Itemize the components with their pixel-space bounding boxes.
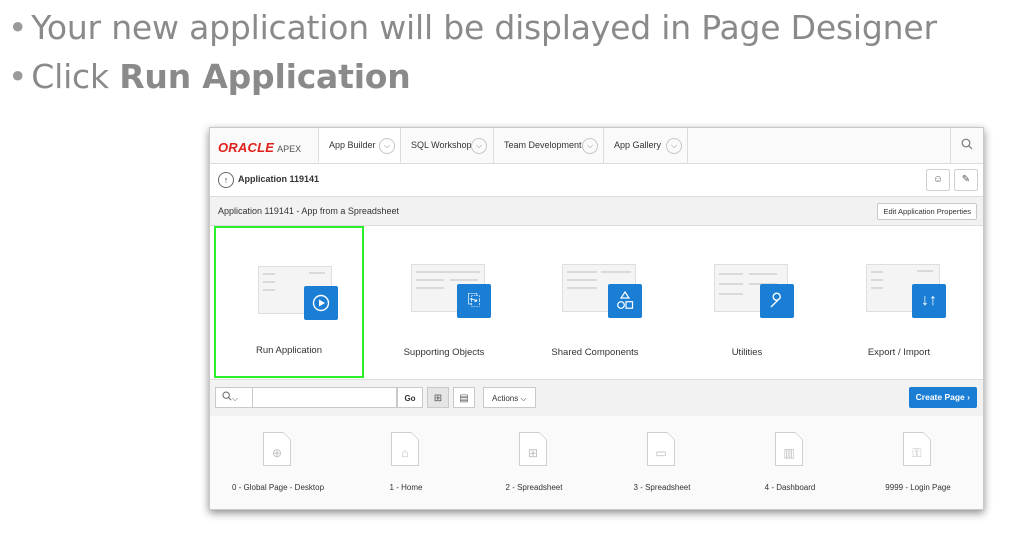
search-input[interactable]: [253, 387, 397, 408]
page-item-login[interactable]: ⚿ 9999 - Login Page: [854, 416, 982, 509]
chevron-right-icon: ›: [967, 392, 970, 402]
form-icon: ▭: [647, 432, 675, 466]
chevron-down-icon[interactable]: ⌵: [666, 138, 682, 154]
wrench-icon: [760, 284, 794, 318]
home-icon: ⌂: [391, 432, 419, 466]
pages-toolbar: ⌵ Go ⊞ ▤ Actions ⌵ Create Page ›: [210, 379, 983, 417]
create-page-button[interactable]: Create Page ›: [908, 387, 977, 408]
grid-icon: ⊞: [519, 432, 547, 466]
bar-chart-icon: ▥: [775, 432, 803, 466]
apex-screenshot: ORACLE APEX App Builder ⌵ SQL Workshop ⌵ …: [209, 127, 984, 510]
breadcrumb[interactable]: Application 119141: [238, 174, 319, 184]
search-filter-dropdown[interactable]: ⌵: [215, 387, 253, 408]
chevron-down-icon[interactable]: ⌵: [471, 138, 487, 154]
bullet-dot: •: [8, 8, 28, 47]
nav-tab-sql-workshop[interactable]: SQL Workshop ⌵: [401, 128, 494, 163]
page-label: 2 - Spreadsheet: [505, 483, 563, 492]
actions-label: Actions: [492, 394, 519, 403]
nav-tab-label: App Gallery: [614, 140, 662, 150]
page-title: Application 119141 - App from a Spreadsh…: [218, 206, 399, 216]
go-button[interactable]: Go: [397, 387, 423, 408]
globe-icon: ⊕: [263, 432, 291, 466]
tile-label: Supporting Objects: [403, 347, 485, 358]
lock-icon: ⚿: [903, 432, 931, 466]
bullet-1: • Your new application will be displayed …: [8, 8, 937, 47]
page-label: 9999 - Login Page: [885, 483, 951, 492]
export-import-tile[interactable]: ↓↑ Export / Import: [824, 226, 974, 378]
action-tiles: Run Application ⎘ Supporting Objects Sha…: [210, 226, 983, 378]
chevron-down-icon[interactable]: ⌵: [582, 138, 598, 154]
bullet-1-text: Your new application will be displayed i…: [31, 8, 937, 47]
arrows-updown-icon: ↓↑: [912, 284, 946, 318]
feedback-icon[interactable]: ☺: [926, 169, 950, 191]
bullet-2-bold: Run Application: [119, 57, 411, 96]
run-application-tile[interactable]: Run Application: [214, 226, 364, 378]
top-navigation-bar: ORACLE APEX App Builder ⌵ SQL Workshop ⌵ …: [210, 128, 983, 164]
scroll-icon: ⎘: [457, 284, 491, 318]
search-icon: [222, 391, 232, 401]
supporting-objects-tile[interactable]: ⎘ Supporting Objects: [369, 226, 519, 378]
tile-label: Export / Import: [867, 347, 931, 358]
chevron-down-icon: ⌵: [232, 394, 239, 403]
page-item-global[interactable]: ⊕ 0 - Global Page - Desktop: [214, 416, 342, 509]
create-page-label: Create Page: [915, 392, 965, 402]
page-label: 3 - Spreadsheet: [633, 483, 691, 492]
nav-tab-team-development[interactable]: Team Development ⌵: [494, 128, 604, 163]
app-header: Application 119141 - App from a Spreadsh…: [210, 197, 983, 226]
page-item-spreadsheet-2[interactable]: ⊞ 2 - Spreadsheet: [470, 416, 598, 509]
page-item-home[interactable]: ⌂ 1 - Home: [342, 416, 470, 509]
page-label: 1 - Home: [389, 483, 423, 492]
utilities-tile[interactable]: Utilities: [672, 226, 822, 378]
pages-grid: ⊕ 0 - Global Page - Desktop ⌂ 1 - Home ⊞…: [210, 416, 983, 509]
play-icon: [304, 286, 338, 320]
logo-apex-text: APEX: [277, 144, 302, 154]
nav-tab-label: Team Development: [504, 140, 582, 150]
breadcrumb-bar: ↑ Application 119141 ☺ ✎: [210, 164, 983, 197]
logo-oracle-text: ORACLE: [218, 140, 275, 155]
shared-components-tile[interactable]: Shared Components: [520, 226, 670, 378]
page-item-dashboard[interactable]: ▥ 4 - Dashboard: [726, 416, 854, 509]
bullet-2-prefix: Click: [31, 57, 120, 96]
tile-label: Shared Components: [551, 347, 639, 358]
icon-view-button[interactable]: ⊞: [427, 387, 449, 408]
chevron-down-icon[interactable]: ⌵: [379, 138, 395, 154]
shapes-icon: [608, 284, 642, 318]
nav-tab-label: App Builder: [329, 140, 376, 150]
page-label: 4 - Dashboard: [764, 483, 816, 492]
arrow-up-icon[interactable]: ↑: [218, 172, 234, 188]
page-item-spreadsheet-3[interactable]: ▭ 3 - Spreadsheet: [598, 416, 726, 509]
nav-tab-app-gallery[interactable]: App Gallery ⌵: [604, 128, 688, 163]
bullet-2: • Click Run Application: [8, 57, 411, 96]
nav-tab-label: SQL Workshop: [411, 140, 472, 150]
search-icon[interactable]: [950, 128, 983, 163]
wrench-icon[interactable]: ✎: [954, 169, 978, 191]
bullet-dot: •: [8, 57, 28, 96]
actions-menu-button[interactable]: Actions ⌵: [483, 387, 536, 408]
oracle-apex-logo[interactable]: ORACLE APEX: [218, 139, 301, 157]
chevron-down-icon: ⌵: [520, 394, 527, 403]
report-view-button[interactable]: ▤: [453, 387, 475, 408]
nav-tab-app-builder[interactable]: App Builder ⌵: [318, 128, 401, 163]
tile-label: Run Application: [255, 345, 323, 356]
edit-application-properties-button[interactable]: Edit Application Properties: [877, 203, 977, 220]
tile-label: Utilities: [731, 347, 763, 358]
page-label: 0 - Global Page - Desktop: [231, 483, 325, 492]
